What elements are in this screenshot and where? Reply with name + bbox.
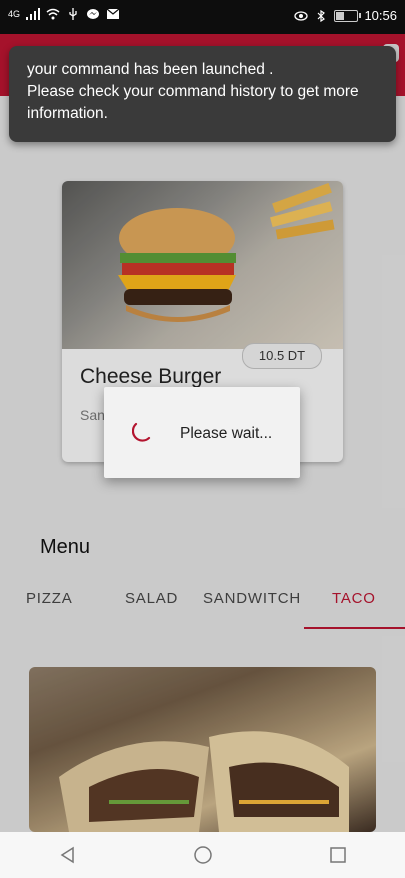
recents-button[interactable] [326, 843, 350, 867]
loading-spinner-icon [132, 422, 151, 442]
status-right-icons: 10:56 [294, 8, 397, 23]
mail-icon [106, 8, 120, 19]
home-button[interactable] [191, 843, 215, 867]
recents-icon [329, 847, 346, 863]
wifi-icon [46, 8, 60, 20]
signal-icon [26, 8, 41, 20]
back-button[interactable] [56, 843, 80, 867]
status-left-icons: 4G [8, 8, 120, 20]
home-icon [193, 846, 212, 864]
clock: 10:56 [364, 8, 397, 23]
toast-notification: your command has been launched . Please … [9, 46, 396, 142]
usb-icon [69, 8, 77, 20]
dialog-message: Please wait... [180, 425, 273, 442]
toast-line-2: Please check your command history to get… [27, 83, 359, 122]
toast-line-1: your command has been launched . [27, 61, 274, 78]
messenger-icon [87, 9, 100, 19]
eye-icon [294, 10, 309, 21]
loading-dialog: Please wait... [104, 387, 300, 478]
back-icon [60, 846, 74, 864]
bluetooth-icon [318, 9, 326, 22]
system-navigation-bar [0, 832, 405, 878]
status-bar: 4G 10:56 [0, 0, 405, 34]
network-type: 4G [8, 9, 21, 19]
battery-icon [334, 9, 362, 22]
